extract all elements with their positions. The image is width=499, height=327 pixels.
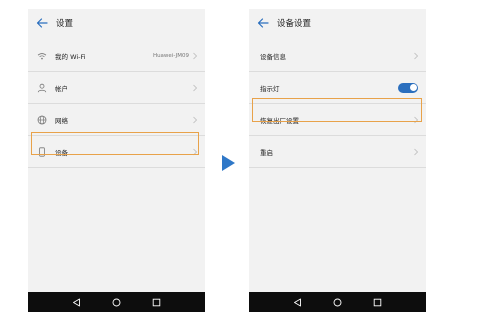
back-triangle-icon[interactable] (70, 296, 82, 308)
settings-item-label: 帐户 (55, 84, 68, 93)
header: 设置 (28, 9, 205, 36)
settings-list: 我的 Wi-Fi Huawei-JM09 帐户 网络 设备 (28, 40, 205, 168)
recents-square-icon[interactable] (151, 296, 163, 308)
settings-item-label: 设备 (55, 148, 68, 157)
wifi-icon (37, 51, 47, 61)
settings-screen: 设置 我的 Wi-Fi Huawei-JM09 帐户 网络 设备 (28, 9, 205, 312)
toggle-knob (409, 84, 417, 91)
settings-item-label: 恢复出厂设置 (260, 116, 299, 125)
header: 设备设置 (249, 9, 426, 36)
chevron-right-icon (413, 52, 419, 60)
settings-item-indicator-light: 指示灯 (249, 72, 426, 104)
device-icon (37, 146, 47, 157)
home-circle-icon[interactable] (110, 296, 122, 308)
wifi-network-name: Huawei-JM09 (152, 52, 189, 59)
settings-item-factory-reset[interactable]: 恢复出厂设置 (249, 104, 426, 136)
chevron-right-icon (192, 52, 198, 60)
chevron-right-icon (413, 148, 419, 156)
chevron-right-icon (192, 148, 198, 156)
page-title: 设置 (56, 18, 74, 29)
device-settings-list: 设备信息 指示灯 恢复出厂设置 重启 (249, 40, 426, 168)
chevron-right-icon (192, 84, 198, 92)
settings-item-label: 设备信息 (260, 52, 286, 61)
settings-item-label: 网络 (55, 116, 68, 125)
device-settings-screen: 设备设置 设备信息 指示灯 恢复出厂设置 重启 (249, 9, 426, 312)
settings-item-account[interactable]: 帐户 (28, 72, 205, 104)
back-triangle-icon[interactable] (291, 296, 303, 308)
recents-square-icon[interactable] (372, 296, 384, 308)
settings-item-label: 指示灯 (260, 84, 280, 93)
settings-item-network[interactable]: 网络 (28, 104, 205, 136)
page-title: 设备设置 (277, 18, 312, 29)
settings-item-device-info[interactable]: 设备信息 (249, 40, 426, 72)
back-arrow-icon[interactable] (255, 15, 271, 31)
navigation-bar (28, 292, 205, 312)
settings-item-device[interactable]: 设备 (28, 136, 205, 168)
step-arrow-icon (222, 155, 235, 171)
settings-item-label: 重启 (260, 148, 273, 157)
indicator-light-toggle[interactable] (398, 82, 418, 93)
settings-item-restart[interactable]: 重启 (249, 136, 426, 168)
chevron-right-icon (192, 116, 198, 124)
navigation-bar (249, 292, 426, 312)
settings-item-wifi[interactable]: 我的 Wi-Fi Huawei-JM09 (28, 40, 205, 72)
globe-icon (37, 115, 47, 125)
chevron-right-icon (413, 116, 419, 124)
account-icon (37, 83, 47, 93)
back-arrow-icon[interactable] (34, 15, 50, 31)
settings-item-label: 我的 Wi-Fi (55, 52, 86, 61)
home-circle-icon[interactable] (331, 296, 343, 308)
